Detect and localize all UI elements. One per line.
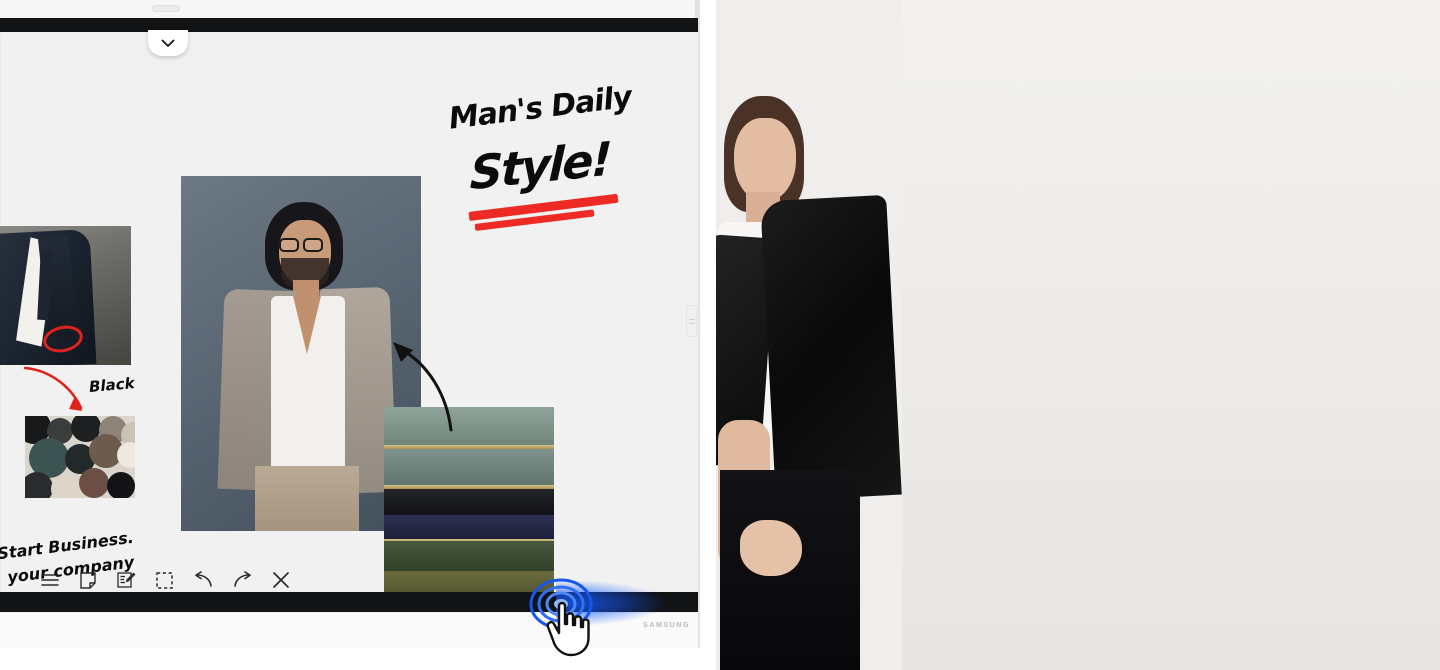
photo-buttons-swatch[interactable] — [25, 416, 135, 498]
top-handle-pill — [152, 5, 180, 12]
canvas-toolbar[interactable] — [40, 560, 290, 600]
red-arrow-annotation — [23, 366, 83, 411]
close-icon[interactable] — [272, 567, 290, 593]
whiteboard-canvas[interactable]: Man's Daily Style! Black Start Business.… — [0, 32, 698, 592]
edit-note-icon[interactable] — [116, 567, 137, 593]
hand-cursor-icon — [546, 601, 590, 657]
photo-female-model[interactable] — [716, 0, 902, 670]
glasses-icon — [279, 238, 299, 252]
trousers-shape — [255, 466, 359, 531]
whiteboard-surface[interactable]: Man's Daily Style! Black Start Business.… — [0, 36, 648, 592]
canvas-title-line1: Man's Daily — [447, 79, 634, 137]
black-arrow-annotation — [393, 342, 453, 432]
resize-grip[interactable] — [686, 305, 697, 337]
chevron-down-icon[interactable] — [148, 30, 188, 56]
canvas-title-line2: Style! — [469, 131, 612, 201]
note-icon[interactable] — [78, 567, 98, 593]
glasses-icon — [303, 238, 323, 252]
mood-board-panel: C 1 Black & co LOCK To lock the cu — [716, 0, 1440, 670]
tv-bezel-top — [0, 18, 698, 32]
menu-icon[interactable] — [40, 567, 60, 593]
flip-board-panel: Man's Daily Style! Black Start Business.… — [0, 0, 716, 670]
undo-icon[interactable] — [192, 567, 214, 593]
leather-jacket-shape — [760, 194, 902, 502]
face-shape — [734, 118, 796, 202]
redo-icon[interactable] — [232, 567, 254, 593]
select-area-icon[interactable] — [155, 567, 174, 593]
hand-shape — [740, 520, 802, 576]
